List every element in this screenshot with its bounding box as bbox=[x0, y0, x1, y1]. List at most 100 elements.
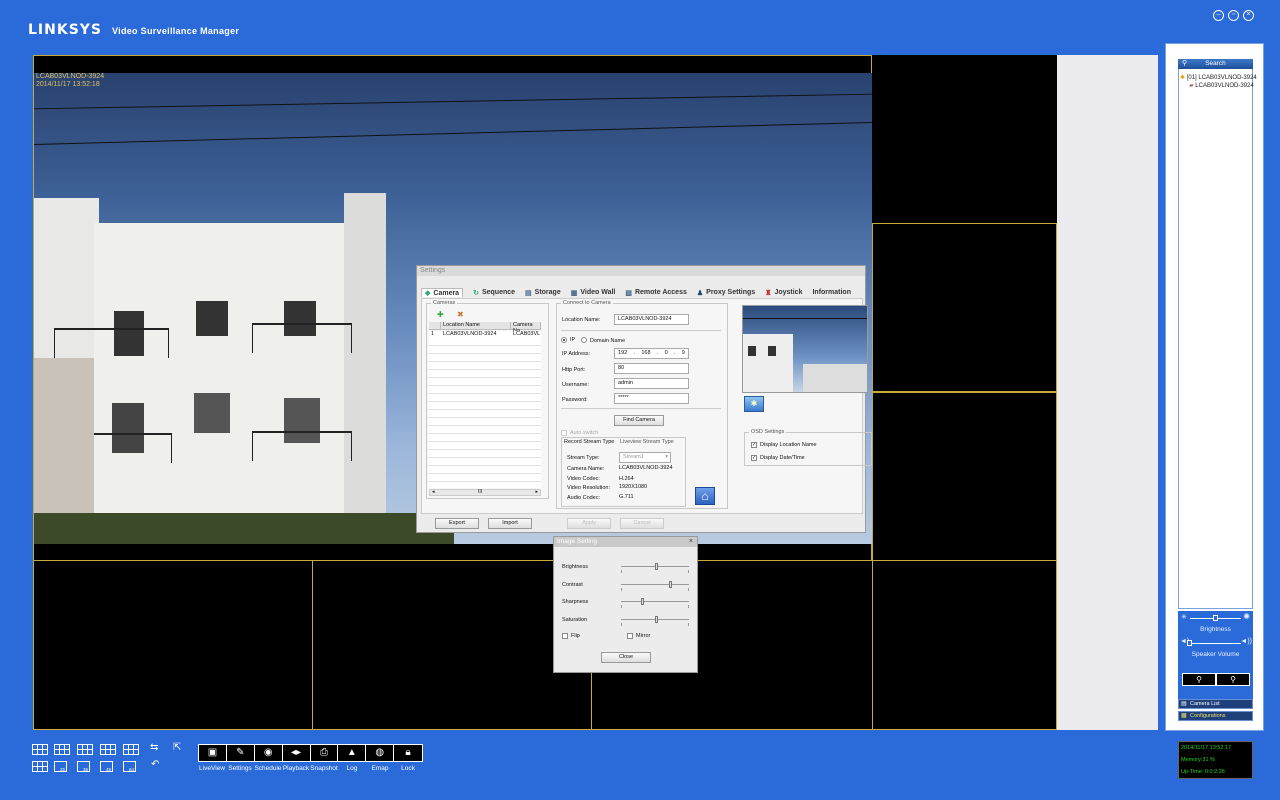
fullscreen-icon[interactable]: ⇱ bbox=[173, 742, 181, 753]
mirror-checkbox[interactable] bbox=[627, 633, 633, 639]
video-cell[interactable] bbox=[312, 560, 592, 730]
status-panel: 2014/11/17 13:52:17 Memory:31 % Up-Time:… bbox=[1178, 741, 1253, 779]
location-name-input[interactable]: LCAB03VLNOD-3924 bbox=[614, 314, 689, 325]
tab-information[interactable]: Information bbox=[812, 288, 851, 297]
speaker-volume-slider[interactable] bbox=[1187, 640, 1241, 646]
stream-type-select[interactable]: Stream1 ▾ bbox=[619, 452, 671, 463]
export-button[interactable]: Export bbox=[435, 518, 479, 529]
password-input[interactable]: ***** bbox=[614, 393, 689, 404]
close-button[interactable]: Close bbox=[601, 652, 651, 663]
snapshot-button[interactable]: Snapshot bbox=[310, 765, 338, 772]
add-camera-icon[interactable]: ✚ bbox=[437, 310, 444, 319]
auto-switch-checkbox[interactable] bbox=[561, 430, 567, 436]
remove-camera-icon[interactable]: ✖ bbox=[457, 310, 464, 319]
brightness-slider[interactable] bbox=[621, 563, 689, 570]
emap-button[interactable]: Emap bbox=[366, 765, 394, 772]
ip-address-input[interactable]: 192. 168. 0. 9 bbox=[614, 348, 689, 359]
playback-button[interactable]: Playback bbox=[282, 765, 310, 772]
table-row[interactable]: 1 LCAB03VLNOD-3924 LCAB03VL bbox=[429, 331, 541, 338]
lock-button[interactable]: Lock bbox=[394, 765, 422, 772]
sharpness-slider[interactable] bbox=[621, 598, 689, 605]
minimize-icon[interactable]: – bbox=[1213, 10, 1224, 21]
tab-liveview-stream[interactable]: Liveview Stream Type bbox=[620, 439, 674, 445]
slider-knob[interactable] bbox=[1187, 640, 1192, 646]
layout-9-icon[interactable] bbox=[77, 744, 93, 755]
sequence-icon[interactable]: ⇆ bbox=[150, 742, 158, 753]
log-icon[interactable]: ▲ bbox=[338, 745, 367, 761]
tab-configurations[interactable]: ▦ Configurations bbox=[1178, 711, 1253, 721]
apply-button[interactable]: Apply bbox=[567, 518, 611, 529]
layout-25-icon[interactable]: 25 bbox=[54, 761, 67, 772]
restore-icon[interactable]: ▫ bbox=[1228, 10, 1239, 21]
home-icon[interactable]: ⌂ bbox=[695, 487, 715, 505]
settings-button[interactable]: Settings bbox=[226, 765, 254, 772]
ip-radio[interactable] bbox=[561, 337, 567, 343]
tree-item-camera[interactable]: ▰ LCAB03VLNOD-3924 bbox=[1180, 82, 1257, 90]
cancel-button[interactable]: Cancel bbox=[620, 518, 664, 529]
layout-6-icon[interactable] bbox=[54, 744, 70, 755]
tab-sequence[interactable]: ↻ Sequence bbox=[473, 288, 515, 297]
log-button[interactable]: Log bbox=[338, 765, 366, 772]
snapshot-settings-icon[interactable]: ✱ bbox=[744, 396, 764, 412]
tab-video-wall[interactable]: ▦ Video Wall bbox=[571, 288, 616, 297]
image-setting-dialog: Image Setting × Brightness Contrast Shar… bbox=[553, 536, 698, 673]
slider-knob[interactable] bbox=[655, 563, 658, 570]
undo-icon[interactable]: ↶ bbox=[151, 759, 159, 770]
lock-icon[interactable]: 🔒︎ bbox=[394, 745, 422, 761]
tab-remote-access[interactable]: ▧ Remote Access bbox=[625, 288, 687, 297]
schedule-button[interactable]: Schedule bbox=[254, 765, 282, 772]
liveview-button[interactable]: LiveView bbox=[198, 765, 226, 772]
toolbar-labels: LiveView Settings Schedule Playback Snap… bbox=[198, 765, 428, 772]
settings-icon[interactable]: ✎ bbox=[227, 745, 255, 761]
empty-area bbox=[1057, 55, 1158, 730]
tab-record-stream[interactable]: Record Stream Type bbox=[564, 439, 614, 445]
layout-13-icon[interactable] bbox=[123, 744, 139, 755]
layout-10-icon[interactable] bbox=[100, 744, 116, 755]
layout-36-icon[interactable]: 36 bbox=[77, 761, 90, 772]
close-icon[interactable]: × bbox=[1243, 10, 1254, 21]
tab-joystick[interactable]: ♜ Joystick bbox=[765, 288, 802, 297]
table-scrollbar[interactable]: ◂ III ▸ bbox=[429, 489, 541, 496]
tab-proxy-settings[interactable]: ♟ Proxy Settings bbox=[697, 288, 755, 297]
layout-64-icon[interactable]: 64 bbox=[123, 761, 136, 772]
video-cell[interactable] bbox=[33, 560, 313, 730]
tree-item-group[interactable]: ✱ [01] LCAB03VLNOD-3924 bbox=[1180, 74, 1257, 82]
tab-camera-list[interactable]: ▤ Camera List bbox=[1178, 699, 1253, 709]
layout-16-icon[interactable] bbox=[32, 761, 48, 772]
video-cell[interactable] bbox=[872, 392, 1057, 561]
schedule-icon[interactable]: ◉ bbox=[255, 745, 283, 761]
slider-knob[interactable] bbox=[641, 598, 645, 605]
username-input[interactable]: admin bbox=[614, 378, 689, 389]
star-icon: ✱ bbox=[1180, 75, 1186, 81]
video-cell[interactable] bbox=[872, 55, 1057, 224]
flip-checkbox[interactable] bbox=[562, 633, 568, 639]
liveview-icon[interactable]: ▣ bbox=[199, 745, 227, 761]
close-icon[interactable]: × bbox=[689, 537, 693, 547]
contrast-slider[interactable] bbox=[621, 581, 689, 588]
video-cell[interactable] bbox=[872, 223, 1057, 392]
video-cell[interactable] bbox=[872, 560, 1057, 730]
slider-knob[interactable] bbox=[655, 616, 658, 623]
zoom-out-icon[interactable]: ⚲ bbox=[1182, 673, 1216, 686]
domain-radio[interactable] bbox=[581, 337, 587, 343]
import-button[interactable]: Import bbox=[488, 518, 532, 529]
slider-knob[interactable] bbox=[668, 581, 672, 588]
tab-storage[interactable]: ▤ Storage bbox=[525, 288, 561, 297]
slider-knob[interactable] bbox=[1213, 615, 1218, 621]
settings-dialog-title: Settings bbox=[417, 266, 865, 276]
tab-camera[interactable]: ◆ Camera bbox=[421, 288, 464, 297]
display-location-checkbox[interactable]: ✓ bbox=[751, 442, 757, 448]
snapshot-icon[interactable]: ⎙ bbox=[311, 745, 339, 761]
layout-49-icon[interactable]: 49 bbox=[100, 761, 113, 772]
emap-icon[interactable]: ◍ bbox=[366, 745, 395, 761]
stream-panel: Record Stream Type Liveview Stream Type … bbox=[561, 437, 686, 507]
saturation-slider[interactable] bbox=[621, 616, 689, 623]
zoom-in-icon[interactable]: ⚲ bbox=[1216, 673, 1250, 686]
playback-icon[interactable]: ◂▸ bbox=[283, 745, 311, 761]
search-button[interactable]: ⚲ Search bbox=[1178, 59, 1253, 69]
find-camera-button[interactable]: Find Camera bbox=[614, 415, 664, 426]
display-datetime-checkbox[interactable]: ✓ bbox=[751, 455, 757, 461]
brightness-slider[interactable] bbox=[1190, 615, 1241, 621]
http-port-input[interactable]: 80 bbox=[614, 363, 689, 374]
layout-4-icon[interactable] bbox=[32, 744, 48, 755]
